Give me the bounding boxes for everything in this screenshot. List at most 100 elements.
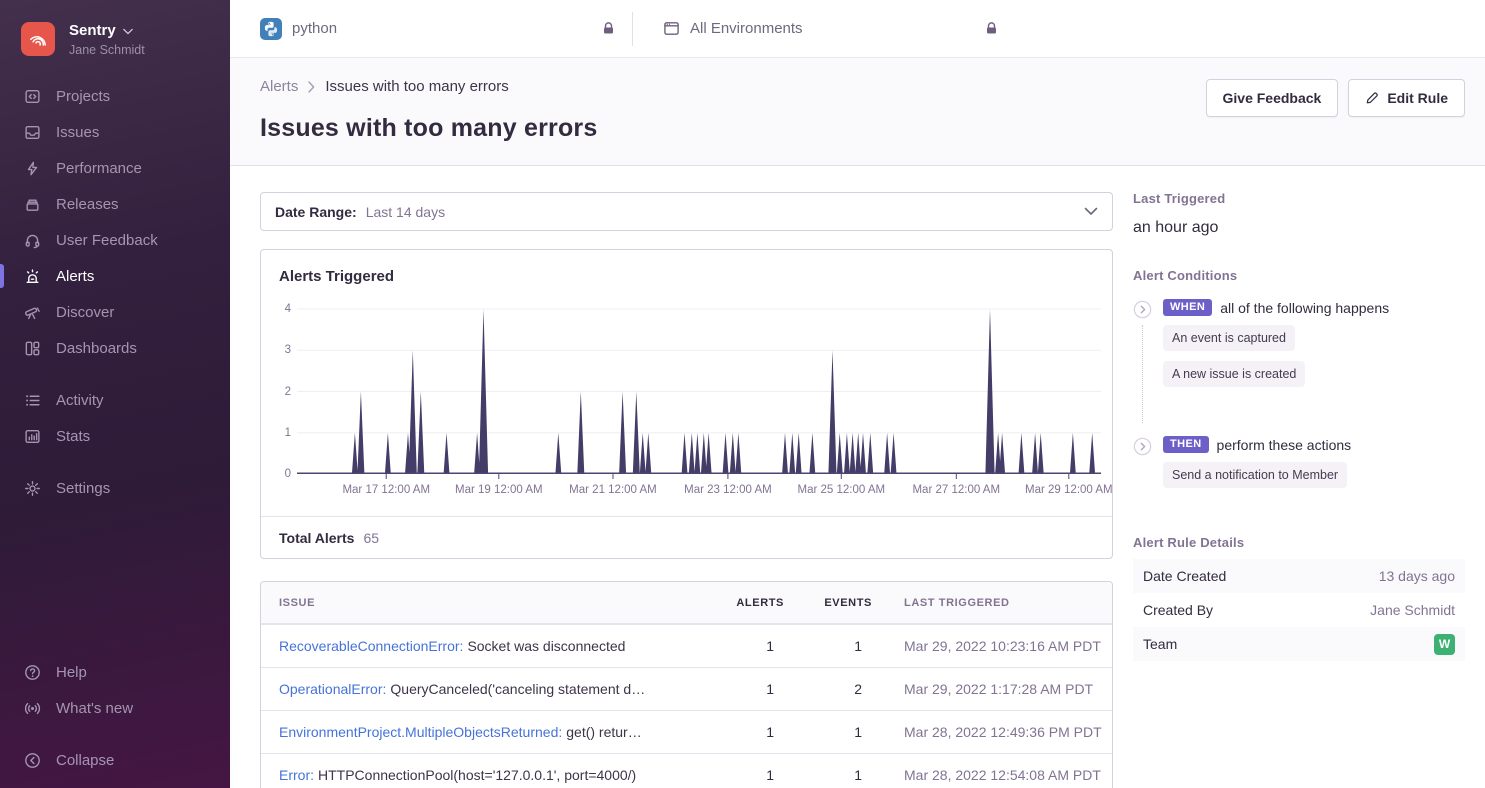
last-triggered-value: an hour ago [1133, 219, 1465, 237]
issue-description: HTTPConnectionPool(host='127.0.0.1', por… [318, 767, 636, 783]
events-count: 2 [798, 681, 886, 697]
sidebar-item-label: Help [56, 664, 87, 681]
when-badge: WHEN [1163, 299, 1212, 316]
details-sidebar: Last Triggered an hour ago Alert Conditi… [1133, 191, 1465, 788]
sidebar-item-user-feedback[interactable]: User Feedback [0, 222, 230, 258]
sidebar-item-releases[interactable]: Releases [0, 186, 230, 222]
detail-label: Created By [1143, 602, 1213, 618]
give-feedback-button[interactable]: Give Feedback [1206, 79, 1339, 117]
x-axis-label: Mar 19 12:00 AM [455, 484, 543, 496]
breadcrumb-alerts-link[interactable]: Alerts [260, 78, 298, 95]
issue-description: QueryCanceled('canceling statement d… [390, 681, 645, 697]
page-header: Alerts Issues with too many errors Issue… [230, 58, 1485, 166]
column-header-last-triggered: LAST TRIGGERED [886, 597, 1112, 609]
total-alerts-label: Total Alerts [279, 530, 354, 546]
sidebar-item-settings[interactable]: Settings [0, 470, 230, 506]
then-badge: THEN [1163, 436, 1209, 453]
action-chip: Send a notification to Member [1163, 462, 1347, 488]
issue-link[interactable]: EnvironmentProject.MultipleObjectsReturn… [279, 724, 562, 740]
main-column: Date Range: Last 14 days Alerts Triggere… [260, 166, 1113, 788]
sidebar-item-whats-new[interactable]: What's new [0, 690, 230, 726]
chart-svg [297, 309, 1101, 480]
last-triggered-date: Mar 29, 2022 10:23:16 AM PDT [886, 638, 1112, 654]
detail-label: Date Created [1143, 568, 1226, 584]
sidebar-item-label: Activity [56, 392, 104, 409]
org-switcher[interactable]: Sentry Jane Schmidt [0, 16, 230, 78]
x-axis-label: Mar 17 12:00 AM [342, 484, 430, 496]
sidebar-item-issues[interactable]: Issues [0, 114, 230, 150]
give-feedback-label: Give Feedback [1223, 90, 1322, 106]
sidebar-item-label: Collapse [56, 752, 114, 769]
sidebar-collapse-button[interactable]: Collapse [0, 742, 230, 778]
date-range-value: Last 14 days [366, 204, 445, 220]
x-axis-label: Mar 27 12:00 AM [912, 484, 1000, 496]
events-count: 1 [798, 767, 886, 783]
detail-value: Jane Schmidt [1370, 602, 1455, 618]
x-axis-label: Mar 25 12:00 AM [798, 484, 886, 496]
app-window: Sentry Jane Schmidt Projects Issues Perf… [0, 0, 1485, 788]
chevron-right-circle-icon [1133, 437, 1152, 461]
sidebar-item-stats[interactable]: Stats [0, 418, 230, 454]
project-selector[interactable]: python [292, 20, 337, 37]
user-name: Jane Schmidt [69, 43, 145, 59]
sentry-logo [21, 22, 55, 56]
y-axis-label: 3 [285, 343, 291, 357]
condition-chip: An event is captured [1163, 325, 1295, 351]
sidebar-item-performance[interactable]: Performance [0, 150, 230, 186]
sidebar: Sentry Jane Schmidt Projects Issues Perf… [0, 0, 230, 788]
sidebar-item-projects[interactable]: Projects [0, 78, 230, 114]
stats-icon [23, 427, 41, 445]
sidebar-item-discover[interactable]: Discover [0, 294, 230, 330]
environment-lock-icon[interactable] [984, 21, 999, 36]
y-axis-label: 1 [285, 426, 291, 440]
alerts-count: 1 [714, 767, 798, 783]
sidebar-nav-secondary: Activity Stats [0, 382, 230, 454]
sidebar-item-label: Alerts [56, 268, 94, 285]
team-avatar[interactable]: W [1434, 634, 1455, 655]
sidebar-item-help[interactable]: Help [0, 654, 230, 690]
environment-selector[interactable]: All Environments [690, 20, 803, 37]
sidebar-item-label: Projects [56, 88, 110, 105]
table-row: OperationalError:QueryCanceled('cancelin… [261, 667, 1112, 710]
alerts-count: 1 [714, 681, 798, 697]
y-axis-label: 4 [285, 302, 291, 316]
chevron-right-icon [308, 81, 315, 93]
date-range-selector[interactable]: Date Range: Last 14 days [260, 192, 1113, 231]
whats-new-icon [23, 699, 41, 717]
issue-link[interactable]: OperationalError: [279, 681, 386, 697]
x-axis-label: Mar 29 12:00 AM [1025, 484, 1113, 496]
sidebar-item-dashboards[interactable]: Dashboards [0, 330, 230, 366]
activity-icon [23, 391, 41, 409]
column-header-alerts: ALERTS [714, 597, 798, 609]
detail-value: 13 days ago [1379, 568, 1455, 584]
sidebar-nav-tertiary: Settings [0, 470, 230, 506]
projects-icon [23, 87, 41, 105]
dashboards-icon [23, 339, 41, 357]
last-triggered-date: Mar 28, 2022 12:54:08 AM PDT [886, 767, 1112, 783]
y-axis-label: 0 [285, 467, 291, 481]
column-header-events: EVENTS [798, 597, 886, 609]
issue-link[interactable]: Error: [279, 767, 314, 783]
events-count: 1 [798, 638, 886, 654]
edit-rule-button[interactable]: Edit Rule [1348, 79, 1465, 117]
issue-link[interactable]: RecoverableConnectionError: [279, 638, 463, 654]
sidebar-item-alerts[interactable]: Alerts [0, 258, 230, 294]
x-axis-label: Mar 23 12:00 AM [684, 484, 772, 496]
page-title: Issues with too many errors [260, 114, 1465, 143]
chevron-right-circle-icon [1133, 300, 1152, 324]
sidebar-item-label: Stats [56, 428, 90, 445]
total-alerts-value: 65 [363, 530, 379, 546]
sidebar-item-activity[interactable]: Activity [0, 382, 230, 418]
performance-icon [23, 159, 41, 177]
table-row: EnvironmentProject.MultipleObjectsReturn… [261, 710, 1112, 753]
breadcrumb-current: Issues with too many errors [325, 78, 508, 95]
sidebar-nav-main: Projects Issues Performance Releases Use… [0, 78, 230, 366]
org-name: Sentry [69, 22, 116, 41]
table-row: Error:HTTPConnectionPool(host='127.0.0.1… [261, 753, 1112, 788]
python-project-icon [260, 18, 282, 40]
settings-icon [23, 479, 41, 497]
last-triggered-date: Mar 28, 2022 12:49:36 PM PDT [886, 724, 1112, 740]
project-lock-icon[interactable] [601, 21, 616, 36]
chevron-down-icon [123, 28, 133, 35]
sidebar-item-label: Dashboards [56, 340, 137, 357]
